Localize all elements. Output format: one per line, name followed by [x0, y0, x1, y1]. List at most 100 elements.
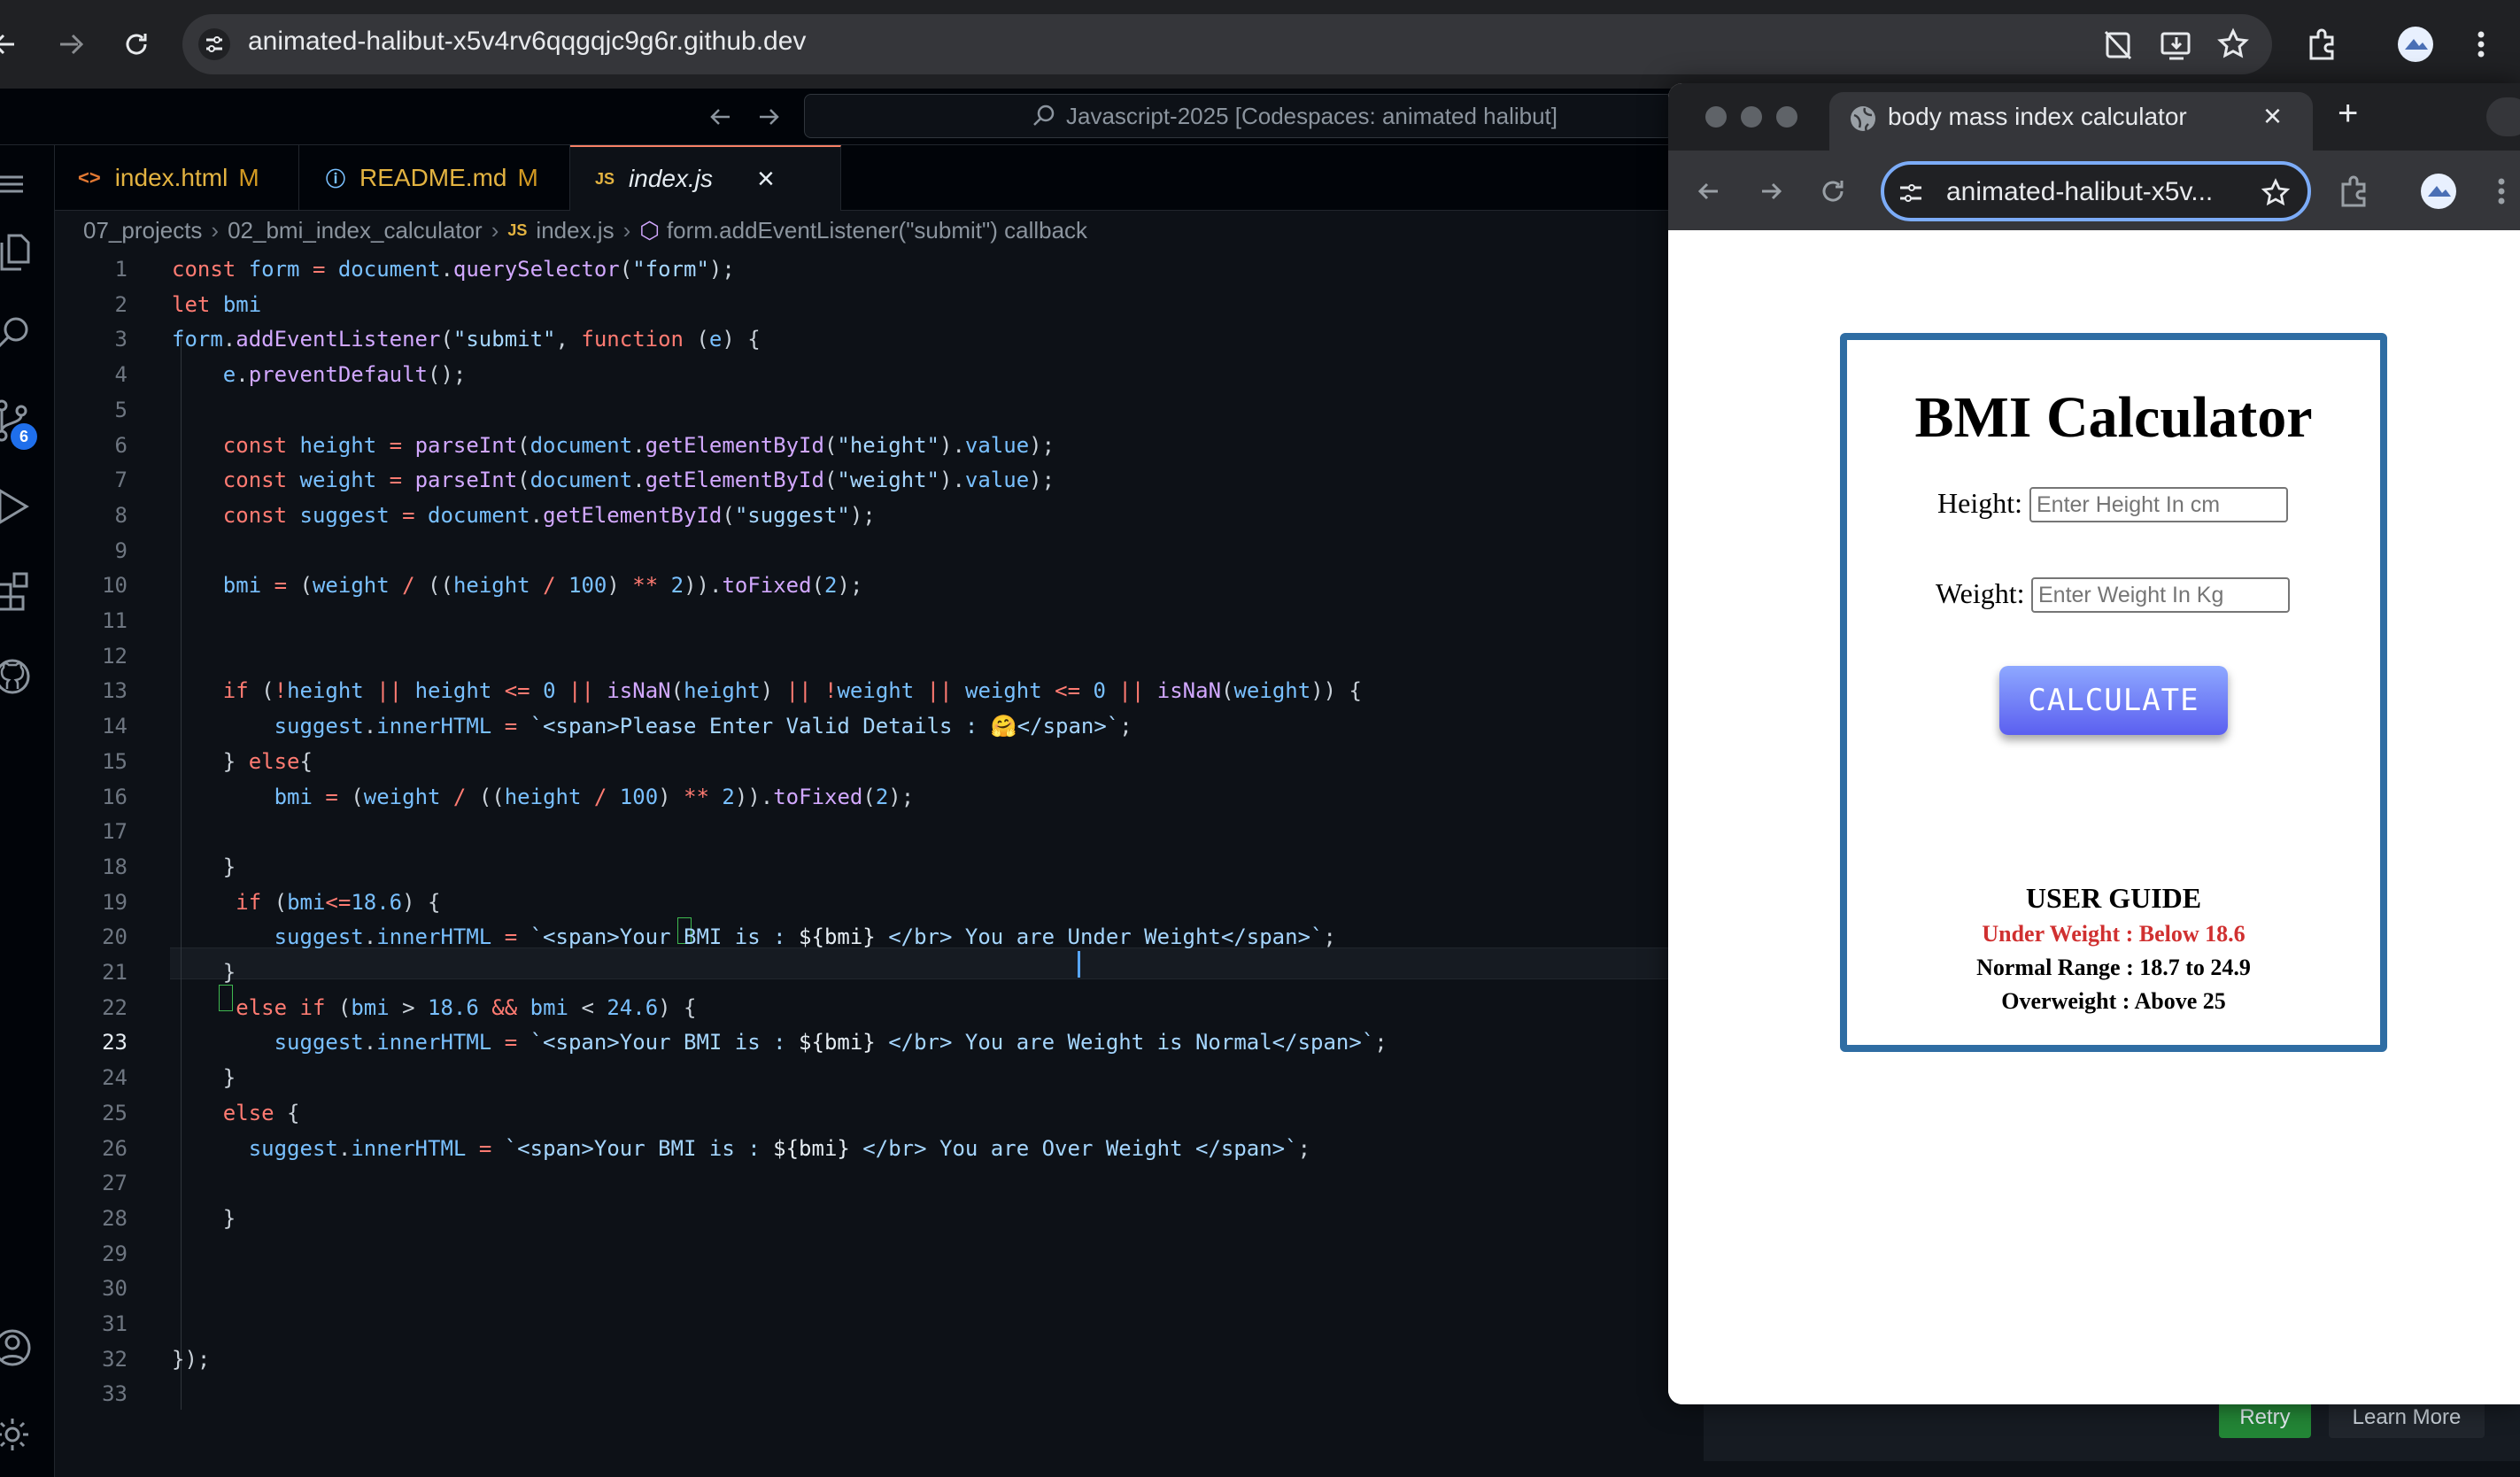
preview-address-bar[interactable]: animated-halibut-x5v...: [1881, 161, 2311, 221]
settings-gear-icon[interactable]: [0, 1411, 37, 1458]
bookmark-star-icon[interactable]: [2258, 175, 2293, 211]
explorer-icon[interactable]: [0, 230, 35, 275]
info-icon: ⓘ: [326, 168, 346, 190]
extensions-icon[interactable]: [2302, 25, 2341, 64]
line-number: 29: [102, 1241, 128, 1266]
preview-tab-title: body mass index calculator: [1888, 103, 2187, 130]
code-line[interactable]: const weight = parseInt(document.getElem…: [172, 468, 1055, 492]
github-icon[interactable]: [0, 655, 37, 698]
back-icon[interactable]: [0, 25, 27, 64]
height-input[interactable]: Enter Height In cm: [2029, 487, 2288, 522]
bookmark-star-icon[interactable]: [2214, 25, 2253, 64]
nav-forward-icon[interactable]: [749, 97, 788, 136]
guide-normal: Normal Range : 18.7 to 24.9: [1976, 955, 2251, 980]
code-line[interactable]: }: [172, 1206, 236, 1231]
code-line[interactable]: let bmi: [172, 292, 261, 317]
line-number: 10: [102, 573, 128, 599]
code-line[interactable]: suggest.innerHTML = `<span>Please Enter …: [172, 714, 1132, 738]
line-number: 25: [102, 1100, 128, 1125]
command-center-label[interactable]: Javascript-2025 [Codespaces: animated ha…: [1066, 103, 1558, 130]
code-line[interactable]: if (!height || height <= 0 || isNaN(heig…: [172, 678, 1362, 703]
line-number: 6: [114, 432, 128, 458]
menu-kebab-icon[interactable]: [2462, 25, 2501, 64]
code-line[interactable]: }: [172, 854, 236, 879]
code-line[interactable]: bmi = (weight / ((height / 100) ** 2)).t…: [172, 573, 863, 598]
code-line[interactable]: suggest.innerHTML = `<span>Your BMI is :…: [172, 1136, 1310, 1161]
traffic-light-minimize[interactable]: [1741, 106, 1762, 128]
menu-icon[interactable]: [0, 166, 30, 202]
code-line[interactable]: const form = document.querySelector("for…: [172, 257, 735, 282]
back-icon[interactable]: [1689, 172, 1728, 211]
traffic-light-maximize[interactable]: [1776, 106, 1797, 128]
modified-badge: M: [517, 164, 538, 191]
bmi-card: BMI Calculator Height: Enter Height In c…: [1840, 333, 2387, 1052]
breadcrumb-item[interactable]: 02_bmi_index_calculator: [228, 217, 483, 244]
line-number: 12: [102, 643, 128, 669]
breadcrumb-item[interactable]: index.js: [536, 217, 614, 244]
line-number: 11: [102, 608, 128, 633]
tab-index-html[interactable]: <> index.html M: [55, 145, 299, 211]
breadcrumb-item[interactable]: 07_projects: [83, 217, 202, 244]
breadcrumb-item[interactable]: form.addEventListener("submit") callback: [667, 217, 1087, 244]
account-icon[interactable]: [0, 1325, 37, 1371]
line-number: 8: [114, 502, 128, 528]
site-info-icon[interactable]: [1895, 177, 1927, 209]
forward-icon[interactable]: [1751, 172, 1790, 211]
install-app-icon[interactable]: [2157, 25, 2196, 64]
address-url[interactable]: animated-halibut-x5v4rv6qqgqjc9g6r.githu…: [248, 27, 806, 57]
preview-url[interactable]: animated-halibut-x5v...: [1946, 177, 2213, 207]
editor-tabs: <> index.html M ⓘ README.md M JS index.j…: [55, 145, 1674, 211]
code-line[interactable]: }: [172, 1065, 236, 1090]
reload-icon[interactable]: [117, 25, 156, 64]
profile-avatar[interactable]: [2396, 25, 2435, 64]
close-icon[interactable]: ×: [757, 162, 775, 197]
scm-badge: 6: [11, 423, 37, 450]
tab-label: index.js: [629, 165, 713, 192]
nav-back-icon[interactable]: [701, 97, 740, 136]
code-line[interactable]: const height = parseInt(document.getElem…: [172, 433, 1055, 458]
site-info-icon[interactable]: [195, 25, 234, 64]
line-number: 13: [102, 678, 128, 704]
run-debug-icon[interactable]: [0, 485, 37, 531]
search-icon[interactable]: [0, 313, 35, 356]
cube-icon: ⬡: [639, 216, 660, 244]
weight-input[interactable]: Enter Weight In Kg: [2031, 577, 2290, 613]
code-line[interactable]: else if (bmi > 18.6 && bmi < 24.6) {: [172, 995, 696, 1020]
guide-over-weight: Overweight : Above 25: [2001, 988, 2226, 1014]
extensions-icon[interactable]: [2334, 172, 2373, 211]
weight-label: Weight:: [1936, 577, 2025, 609]
calculate-button[interactable]: CALCULATE: [1999, 666, 2228, 735]
tab-readme[interactable]: ⓘ README.md M: [299, 145, 570, 211]
profile-avatar[interactable]: [2419, 172, 2458, 211]
line-number: 2: [114, 291, 128, 317]
reload-icon[interactable]: [1813, 172, 1852, 211]
browser-toolbar: animated-halibut-x5v4rv6qqgqjc9g6r.githu…: [0, 0, 2520, 89]
traffic-light-close[interactable]: [1705, 106, 1727, 128]
no-cast-icon[interactable]: [2099, 25, 2137, 64]
code-line[interactable]: suggest.innerHTML = `<span>Your BMI is :…: [172, 1030, 1388, 1055]
chevron-right-icon: ›: [491, 216, 499, 244]
close-tab-icon[interactable]: ×: [2263, 97, 2282, 135]
line-number: 7: [114, 468, 128, 493]
chevron-right-icon: ›: [211, 216, 220, 244]
code-line[interactable]: form.addEventListener("submit", function…: [172, 327, 761, 352]
code-line[interactable]: e.preventDefault();: [172, 362, 467, 387]
forward-icon[interactable]: [51, 25, 90, 64]
new-tab-icon[interactable]: +: [2338, 94, 2358, 134]
code-line[interactable]: else {: [172, 1101, 300, 1125]
chevron-down-icon[interactable]: [2486, 97, 2520, 136]
code-line[interactable]: suggest.innerHTML = `<span>Your BMI is :…: [172, 924, 1336, 949]
js-file-icon: JS: [507, 220, 528, 239]
code-line[interactable]: bmi = (weight / ((height / 100) ** 2)).t…: [172, 785, 915, 809]
page-title: BMI Calculator: [1914, 385, 2313, 450]
extensions-icon[interactable]: [0, 568, 37, 615]
line-number: 30: [102, 1276, 128, 1302]
code-line[interactable]: const suggest = document.getElementById(…: [172, 503, 876, 528]
code-line[interactable]: } else{: [172, 749, 313, 774]
globe-icon: [1847, 103, 1879, 135]
code-line[interactable]: if (bmi<=18.6) {: [172, 890, 440, 915]
code-line[interactable]: }: [172, 960, 236, 985]
menu-kebab-icon[interactable]: [2488, 172, 2515, 211]
code-line[interactable]: });: [172, 1347, 210, 1372]
tab-index-js[interactable]: JS index.js ×: [570, 145, 841, 211]
